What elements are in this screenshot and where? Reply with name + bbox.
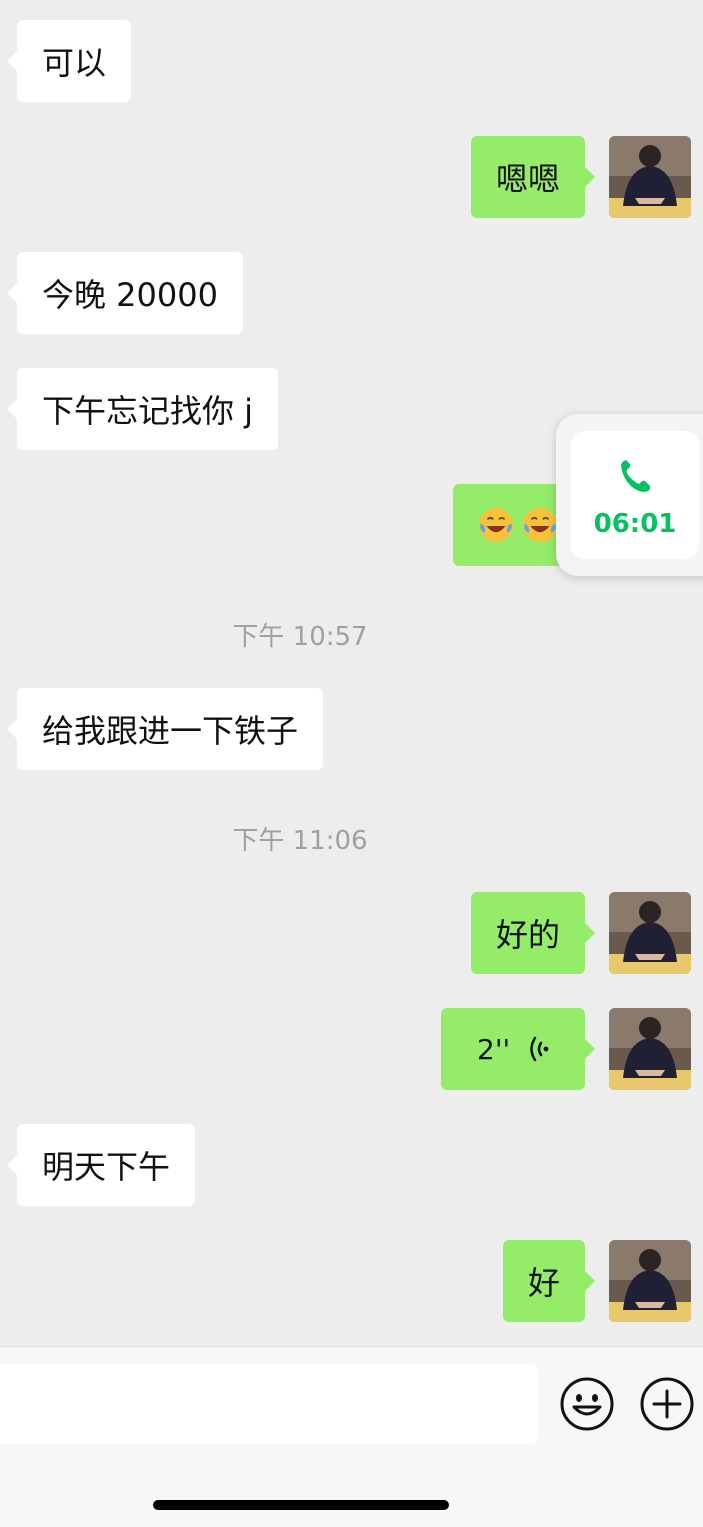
message-input[interactable] — [0, 1364, 538, 1444]
message-text: 好的 — [495, 916, 560, 954]
message-text: 下午忘记找你 j — [42, 392, 254, 430]
message-text: 好 — [527, 1264, 560, 1302]
message-bubble-outgoing[interactable]: 嗯嗯 — [470, 136, 596, 218]
message-bubble-incoming[interactable]: 给我跟进一下铁子 — [6, 688, 324, 770]
crying-laughing-emoji-icon — [478, 507, 514, 543]
message-text: 嗯嗯 — [495, 160, 560, 198]
message-bubble-incoming[interactable]: 明天下午 — [6, 1124, 196, 1206]
message-text: 给我跟进一下铁子 — [42, 712, 299, 750]
voice-duration: 2'' — [477, 1032, 511, 1066]
chat-area: 可以 嗯嗯 今晚 20000 下午忘记找你 j 下午 10:57 给我跟进一下铁… — [0, 0, 703, 1346]
voice-wave-icon — [530, 1036, 549, 1062]
floating-call-window[interactable]: 06:01 — [556, 414, 703, 576]
call-duration: 06:01 — [593, 509, 677, 539]
avatar-image — [609, 1240, 691, 1322]
avatar[interactable] — [609, 1008, 691, 1090]
home-indicator — [153, 1500, 449, 1510]
plus-icon[interactable] — [638, 1375, 696, 1433]
phone-icon — [621, 460, 651, 492]
avatar-image — [609, 136, 691, 218]
avatar[interactable] — [609, 1240, 691, 1322]
message-text: 可以 — [42, 44, 107, 82]
crying-laughing-emoji-icon — [522, 507, 558, 543]
message-bubble-incoming[interactable]: 今晚 20000 — [7, 252, 243, 334]
voice-message-bubble[interactable]: 2'' — [441, 1008, 595, 1090]
avatar[interactable] — [609, 136, 691, 218]
message-text: 今晚 20000 — [42, 276, 218, 314]
avatar-image — [609, 892, 691, 974]
emoji-icon[interactable] — [558, 1375, 616, 1433]
message-timestamp: 下午 10:57 — [232, 622, 368, 652]
message-bubble-incoming[interactable]: 下午忘记找你 j — [6, 368, 279, 450]
message-timestamp: 下午 11:06 — [232, 826, 368, 856]
message-text: 明天下午 — [42, 1148, 171, 1186]
message-bubble-incoming[interactable]: 可以 — [6, 20, 132, 102]
call-card[interactable]: 06:01 — [571, 431, 699, 559]
chat-input-bar — [0, 1346, 703, 1527]
message-bubble-outgoing[interactable]: 好的 — [470, 892, 596, 974]
avatar[interactable] — [609, 892, 691, 974]
avatar-image — [609, 1008, 691, 1090]
message-bubble-outgoing[interactable]: 好 — [502, 1240, 596, 1322]
